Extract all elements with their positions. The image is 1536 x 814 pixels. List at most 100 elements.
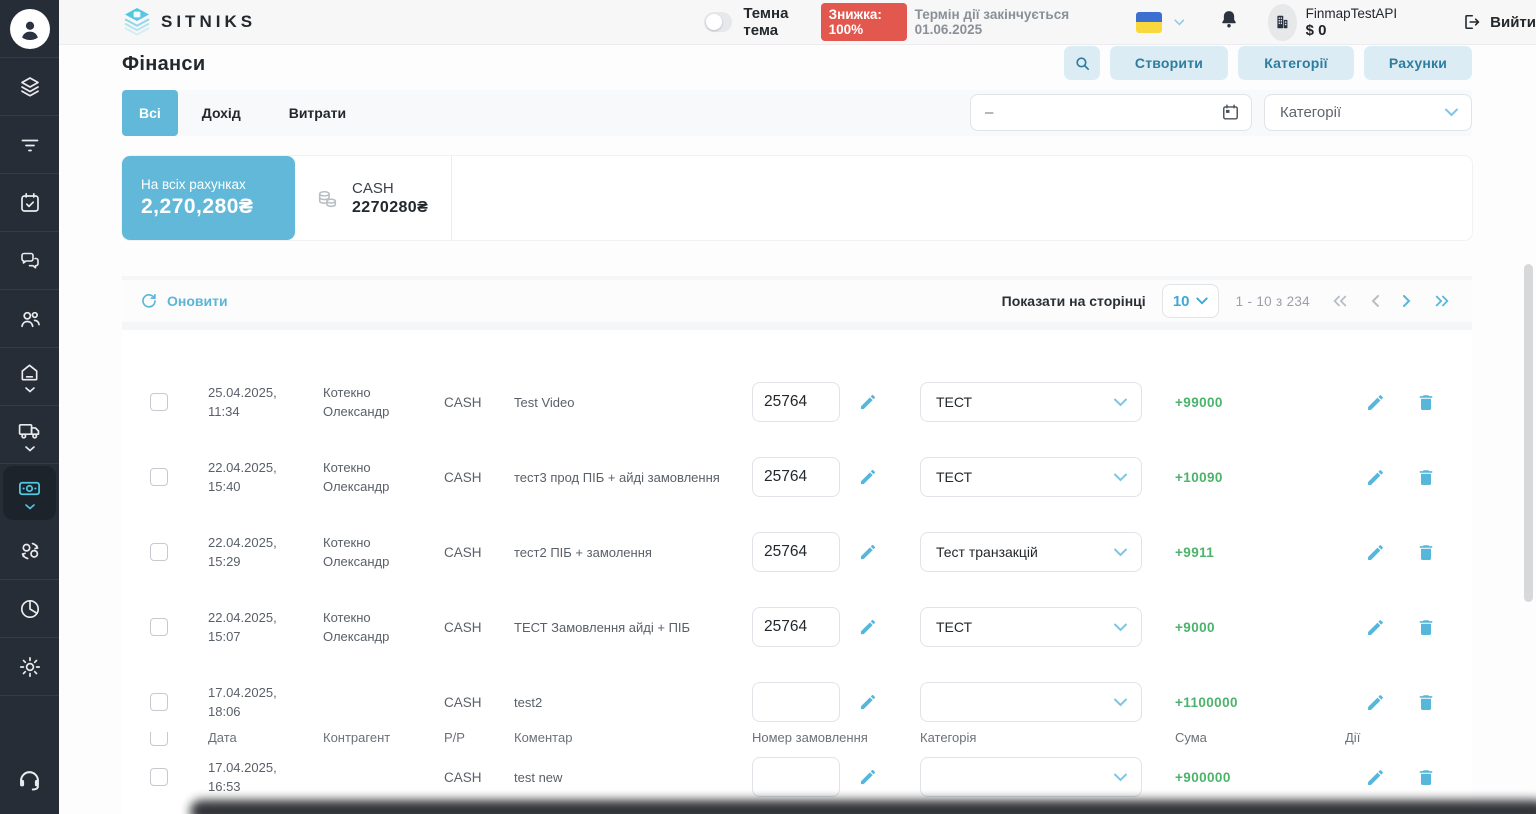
brand[interactable]: SITNIKS [122, 7, 256, 37]
edit-row-button[interactable] [1365, 467, 1386, 488]
delete-row-button[interactable] [1416, 542, 1436, 563]
row-checkbox[interactable] [150, 543, 168, 561]
edit-row-button[interactable] [1365, 767, 1386, 788]
row-sum: +9000 [1175, 620, 1345, 635]
table-rows: 25.04.2025,11:34 КотекноОлександр CASH T… [122, 372, 1472, 814]
date-range-input[interactable]: – [970, 94, 1252, 131]
row-checkbox[interactable] [150, 768, 168, 786]
order-number-input[interactable]: 25764 [752, 457, 840, 497]
brand-name: SITNIKS [161, 12, 256, 32]
order-number-input[interactable]: 25764 [752, 607, 840, 647]
page-actions: Створити Категорії Рахунки [1064, 46, 1472, 80]
delete-row-button[interactable] [1416, 692, 1436, 713]
refresh-button[interactable]: Оновити [140, 292, 228, 310]
organization-avatar[interactable] [1268, 4, 1296, 41]
accounts-summary: На всіх рахунках 2,270,280₴ CASH 2270280… [122, 156, 1472, 240]
order-number-input[interactable]: 25764 [752, 382, 840, 422]
last-page-button[interactable] [1434, 295, 1450, 307]
cash-account-name: CASH [352, 180, 428, 197]
page-title: Фінанси [122, 53, 205, 76]
category-filter-value: Категорії [1280, 104, 1444, 121]
trash-icon [1416, 692, 1436, 713]
row-comment: Test Video [514, 395, 752, 410]
first-page-button[interactable] [1332, 295, 1348, 307]
order-number-input[interactable] [752, 682, 840, 722]
language-chevron-icon[interactable] [1174, 18, 1185, 27]
accounts-button[interactable]: Рахунки [1364, 46, 1472, 80]
delete-row-button[interactable] [1416, 767, 1436, 788]
delete-row-button[interactable] [1416, 617, 1436, 638]
sidebar-item-chat[interactable] [0, 232, 59, 290]
sidebar-item-exchange[interactable] [0, 522, 59, 580]
row-counterparty: КотекноОлександр [323, 383, 444, 421]
category-select[interactable] [920, 757, 1142, 797]
edit-row-button[interactable] [1365, 542, 1386, 563]
row-checkbox[interactable] [150, 393, 168, 411]
sidebar-item-profile[interactable] [0, 0, 59, 58]
category-select[interactable]: ТЕСТ [920, 382, 1142, 422]
edit-order-button[interactable] [858, 542, 878, 562]
total-balance-card[interactable]: На всіх рахунках 2,270,280₴ [122, 156, 295, 240]
organization-info[interactable]: FinmapTestAPI $ 0 [1306, 6, 1398, 39]
order-number-input[interactable]: 25764 [752, 532, 840, 572]
pencil-icon [858, 692, 878, 712]
chevron-down-icon [25, 504, 35, 510]
order-number-input[interactable] [752, 757, 840, 797]
cash-account-card[interactable]: CASH 2270280₴ [295, 156, 452, 240]
edit-order-button[interactable] [858, 767, 878, 787]
row-comment: test2 [514, 695, 752, 710]
delete-row-button[interactable] [1416, 467, 1436, 488]
row-checkbox[interactable] [150, 618, 168, 636]
sidebar-item-support[interactable] [0, 750, 59, 808]
sidebar-item-calendar[interactable] [0, 174, 59, 232]
create-button[interactable]: Створити [1110, 46, 1228, 80]
search-button[interactable] [1064, 46, 1100, 80]
sidebar-item-finance-active[interactable] [0, 464, 59, 522]
edit-order-button[interactable] [858, 617, 878, 637]
notifications-button[interactable] [1218, 8, 1240, 36]
row-category-cell: ТЕСТ [920, 457, 1175, 497]
sidebar-item-delivery[interactable] [0, 406, 59, 464]
row-comment: test new [514, 770, 752, 785]
category-filter-select[interactable]: Категорії [1264, 94, 1472, 131]
category-select[interactable]: ТЕСТ [920, 607, 1142, 647]
headset-icon [16, 766, 43, 793]
next-page-button[interactable] [1402, 295, 1412, 307]
sidebar-item-home[interactable] [0, 348, 59, 406]
row-checkbox[interactable] [150, 468, 168, 486]
users-icon [18, 307, 42, 331]
tab-expenses[interactable]: Витрати [265, 90, 370, 136]
edit-row-button[interactable] [1365, 617, 1386, 638]
sidebar-item-layers[interactable] [0, 58, 59, 116]
pencil-icon [858, 617, 878, 637]
chevron-down-icon [1113, 698, 1128, 707]
edit-order-button[interactable] [858, 692, 878, 712]
category-select[interactable]: Тест транзакцій [920, 532, 1142, 572]
edit-row-button[interactable] [1365, 392, 1386, 413]
categories-button[interactable]: Категорії [1238, 46, 1354, 80]
tab-income[interactable]: Дохід [178, 90, 265, 136]
language-flag-ukraine[interactable] [1136, 12, 1161, 33]
category-select[interactable]: ТЕСТ [920, 457, 1142, 497]
sidebar-item-filter[interactable] [0, 116, 59, 174]
tab-all[interactable]: Всі [122, 90, 178, 136]
sidebar-item-settings[interactable] [0, 638, 59, 696]
row-category-cell: ТЕСТ [920, 382, 1175, 422]
per-page-select[interactable]: 10 [1162, 284, 1219, 318]
delete-row-button[interactable] [1416, 392, 1436, 413]
category-select[interactable] [920, 682, 1142, 722]
row-actions [1345, 692, 1472, 713]
refresh-label: Оновити [167, 293, 228, 309]
prev-page-button[interactable] [1370, 295, 1380, 307]
chevron-right-icon [1402, 295, 1412, 307]
logout-button[interactable]: Вийти [1461, 12, 1536, 32]
edit-row-button[interactable] [1365, 692, 1386, 713]
sidebar-item-clients[interactable] [0, 290, 59, 348]
dark-theme-toggle[interactable] [704, 12, 732, 32]
edit-order-button[interactable] [858, 392, 878, 412]
edit-order-button[interactable] [858, 467, 878, 487]
vertical-scrollbar[interactable] [1524, 264, 1533, 602]
row-checkbox[interactable] [150, 693, 168, 711]
sidebar-item-stats[interactable] [0, 580, 59, 638]
table-controls: Оновити Показати на сторінці 10 1 - 10 з… [122, 280, 1472, 322]
